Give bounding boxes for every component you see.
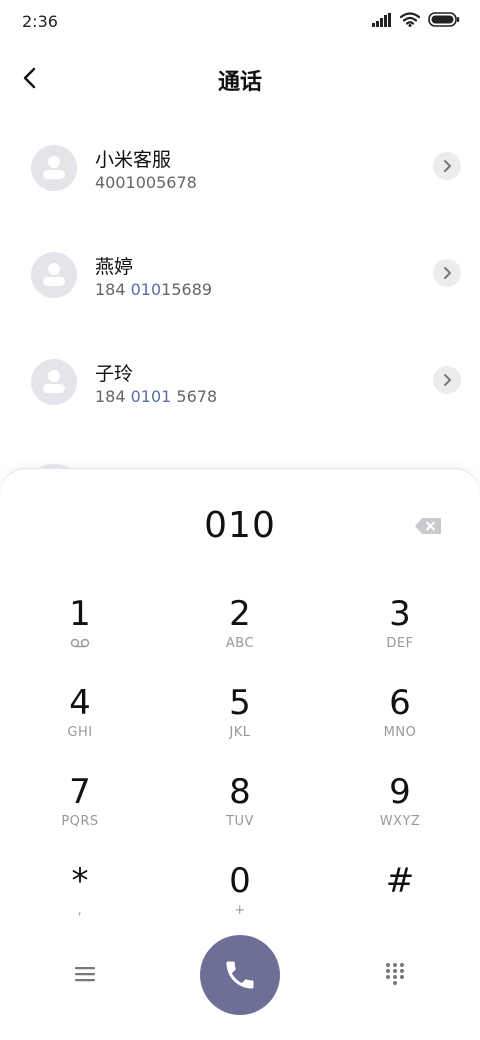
dialer-bottom-bar	[0, 935, 480, 1015]
dialpad-icon	[386, 963, 404, 985]
key-letters: MNO	[383, 725, 417, 740]
key-star[interactable]: * ,	[20, 861, 140, 941]
menu-icon	[75, 967, 95, 982]
key-0[interactable]: 0 +	[180, 861, 300, 941]
avatar	[31, 359, 77, 405]
key-8[interactable]: 8 TUV	[180, 772, 300, 852]
key-digit: 9	[389, 772, 411, 812]
key-7[interactable]: 7 PQRS	[20, 772, 140, 852]
contact-item[interactable]: 燕婷 184 01015689	[0, 225, 480, 332]
key-2[interactable]: 2 ABC	[180, 594, 300, 674]
chevron-right-icon	[444, 374, 451, 386]
key-letters: PQRS	[61, 814, 99, 829]
dialer-panel: 010 1 2 ABC 3 DEF 4 GHI 5 JKL 6 MNO 7 PQ…	[0, 469, 480, 1040]
contact-detail-button[interactable]	[433, 259, 461, 287]
battery-icon	[428, 12, 460, 27]
status-icons	[372, 12, 460, 27]
key-digit: 6	[389, 683, 411, 723]
key-digit: #	[385, 861, 415, 901]
contact-number: 4001005678	[95, 173, 197, 192]
contact-number: 184 0101 5678	[95, 387, 218, 406]
contact-detail-button[interactable]	[433, 366, 461, 394]
key-hash[interactable]: #	[340, 861, 460, 941]
contact-item[interactable]: 子玲 184 0101 5678	[0, 332, 480, 439]
key-digit: *	[71, 861, 89, 901]
menu-button[interactable]	[70, 959, 100, 989]
dial-input[interactable]: 010	[0, 505, 480, 546]
key-digit: 1	[69, 594, 91, 634]
key-6[interactable]: 6 MNO	[340, 683, 460, 763]
contact-item[interactable]: 小米客服 4001005678	[0, 118, 480, 225]
key-1[interactable]: 1	[20, 594, 140, 674]
key-9[interactable]: 9 WXYZ	[340, 772, 460, 852]
keypad-toggle-button[interactable]	[380, 959, 410, 989]
avatar	[31, 252, 77, 298]
key-letters: DEF	[386, 636, 414, 651]
contact-name: 子玲	[95, 363, 134, 385]
person-icon	[43, 263, 65, 286]
key-digit: 0	[229, 861, 251, 901]
key-5[interactable]: 5 JKL	[180, 683, 300, 763]
status-bar: 2:36	[0, 0, 480, 44]
status-time: 2:36	[22, 12, 58, 31]
person-icon	[43, 156, 65, 179]
key-letters: WXYZ	[379, 814, 421, 829]
key-4[interactable]: 4 GHI	[20, 683, 140, 763]
key-digit: 3	[389, 594, 411, 634]
contact-detail-button[interactable]	[433, 152, 461, 180]
call-button[interactable]	[200, 935, 280, 1015]
key-letters: +	[234, 903, 246, 918]
key-digit: 4	[69, 683, 91, 723]
key-letters: GHI	[67, 725, 93, 740]
key-digit: 8	[229, 772, 251, 812]
key-digit: 5	[229, 683, 251, 723]
chevron-right-icon	[444, 160, 451, 172]
key-letters: TUV	[226, 814, 254, 829]
chevron-right-icon	[444, 267, 451, 279]
voicemail-icon	[70, 638, 90, 648]
header: 通话	[0, 52, 480, 108]
signal-icon	[372, 12, 391, 27]
key-letters: ABC	[225, 636, 255, 651]
avatar	[31, 145, 77, 191]
contact-list: 小米客服 4001005678 燕婷 184 01015689 子玲 184 0…	[0, 118, 480, 439]
person-icon	[43, 370, 65, 393]
key-digit: 2	[229, 594, 251, 634]
contact-name: 燕婷	[95, 256, 134, 278]
key-digit: 7	[69, 772, 91, 812]
key-letters: JKL	[229, 725, 251, 740]
phone-icon	[226, 961, 254, 989]
key-3[interactable]: 3 DEF	[340, 594, 460, 674]
contact-name: 小米客服	[95, 149, 172, 171]
wifi-icon	[400, 12, 420, 27]
contact-number: 184 01015689	[95, 280, 213, 299]
key-letters: ,	[77, 903, 83, 918]
page-title: 通话	[217, 70, 262, 95]
backspace-icon	[415, 518, 441, 534]
backspace-button[interactable]	[413, 515, 443, 537]
